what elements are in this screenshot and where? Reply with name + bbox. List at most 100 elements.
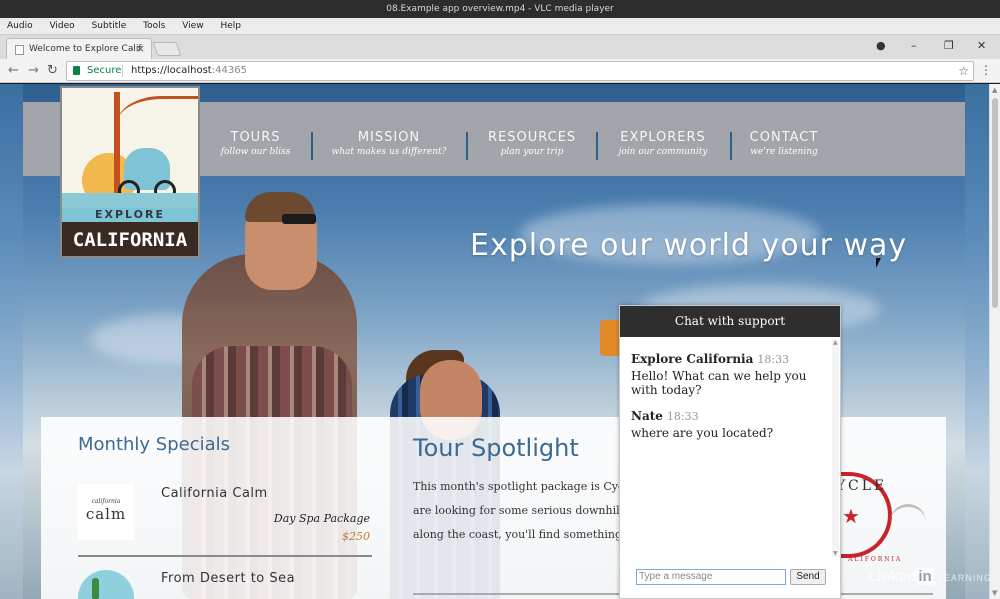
nav-title: RESOURCES bbox=[488, 130, 577, 145]
logo-hill bbox=[62, 193, 198, 209]
hero-tagline: Explore our world your way bbox=[470, 228, 908, 263]
mouse-cursor-icon bbox=[876, 258, 886, 268]
watermark-in: in bbox=[916, 568, 934, 585]
back-icon[interactable]: ← bbox=[8, 63, 19, 78]
chat-message-sender: Nate bbox=[631, 409, 663, 423]
nav-title: MISSION bbox=[357, 130, 421, 145]
chat-message-text: Hello! What can we help you with today? bbox=[631, 369, 807, 397]
star-icon: ★ bbox=[842, 504, 860, 528]
nav-item-tours[interactable]: TOURS follow our bliss bbox=[218, 130, 293, 157]
vlc-menu-help[interactable]: Help bbox=[213, 18, 248, 35]
vlc-menu-view[interactable]: View bbox=[175, 18, 210, 35]
nav-item-mission[interactable]: MISSION what makes us different? bbox=[330, 130, 448, 157]
secure-label: Secure bbox=[87, 65, 122, 76]
special-price: $250 bbox=[342, 530, 370, 543]
nav-divider bbox=[466, 132, 468, 160]
vlc-menu-subtitle[interactable]: Subtitle bbox=[85, 18, 134, 35]
nav-subtitle: join our community bbox=[618, 147, 708, 157]
logo-bridge-cable bbox=[117, 96, 198, 151]
vlc-window-title: 08.Example app overview.mp4 - VLC media … bbox=[0, 0, 1000, 18]
vlc-menu-bar: Audio Video Subtitle Tools View Help bbox=[0, 18, 1000, 35]
nav-divider bbox=[311, 132, 313, 160]
tab-title: Welcome to Explore Calif bbox=[29, 44, 142, 54]
logo-text-explore: EXPLORE bbox=[62, 208, 198, 222]
specials-divider bbox=[78, 555, 372, 557]
new-tab-button[interactable] bbox=[152, 42, 182, 56]
nav-divider bbox=[596, 132, 598, 160]
chat-send-button[interactable]: Send bbox=[790, 569, 826, 585]
monthly-specials-title: Monthly Specials bbox=[78, 434, 231, 455]
window-close-icon[interactable]: ✕ bbox=[977, 39, 986, 52]
tour-spotlight-title: Tour Spotlight bbox=[413, 434, 579, 462]
nav-title: TOURS bbox=[230, 130, 281, 145]
chat-message: Explore California 18:33 Hello! What can … bbox=[631, 348, 827, 397]
vlc-menu-audio[interactable]: Audio bbox=[0, 18, 40, 35]
nav-subtitle: follow our bliss bbox=[220, 147, 291, 157]
chat-scrollbar[interactable]: ▲ ▼ bbox=[832, 339, 839, 557]
scroll-down-icon[interactable]: ▼ bbox=[833, 550, 838, 557]
reload-icon[interactable]: ↻ bbox=[47, 63, 58, 78]
chat-message: Nate 18:33 where are you located? bbox=[631, 405, 827, 440]
logo-text-big: calm bbox=[85, 505, 127, 523]
browser-toolbar: ← → ↻ Secure https://localhost:44365 ☆ ⋮ bbox=[0, 59, 1000, 83]
cycle-badge-subtext: ALIFORNIA bbox=[848, 556, 903, 563]
address-separator bbox=[122, 65, 123, 77]
cycle-badge-text: YCLE bbox=[836, 478, 888, 494]
page-scrollbar[interactable]: ▲ ▼ bbox=[989, 84, 1000, 599]
url-host: https://localhost bbox=[131, 65, 212, 76]
watermark-brand: Linked bbox=[868, 568, 917, 585]
lock-icon bbox=[73, 66, 80, 75]
chat-message-sender: Explore California bbox=[631, 352, 754, 366]
explore-california-logo[interactable]: EXPLORE CALIFORNIA bbox=[60, 86, 200, 258]
special-name[interactable]: California Calm bbox=[161, 486, 268, 501]
nav-subtitle: we're listening bbox=[750, 147, 818, 157]
nav-divider bbox=[730, 132, 732, 160]
profile-icon[interactable]: ● bbox=[876, 39, 886, 52]
special-name[interactable]: From Desert to Sea bbox=[161, 571, 295, 586]
nav-item-contact[interactable]: CONTACT we're listening bbox=[748, 130, 820, 157]
spotlight-text-line: along the coast, you'll find something bbox=[413, 528, 623, 541]
page-viewport: TOURS follow our bliss MISSION what make… bbox=[0, 84, 989, 599]
chat-message-input[interactable]: Type a message bbox=[636, 569, 786, 585]
browser-menu-icon[interactable]: ⋮ bbox=[980, 63, 992, 77]
watermark-suffix: LEARNING bbox=[937, 573, 992, 583]
cactus-icon bbox=[92, 578, 99, 599]
nav-title: EXPLORERS bbox=[620, 130, 706, 145]
scrollbar-thumb[interactable] bbox=[992, 98, 998, 308]
scroll-down-icon[interactable]: ▼ bbox=[992, 589, 997, 597]
close-icon[interactable]: × bbox=[136, 42, 145, 55]
nav-subtitle: plan your trip bbox=[500, 147, 564, 157]
support-chat-widget: Chat with support ▲ ▼ Explore California… bbox=[619, 305, 841, 599]
chat-header[interactable]: Chat with support bbox=[620, 306, 840, 337]
nav-subtitle: what makes us different? bbox=[331, 147, 447, 157]
url-text: https://localhost:44365 bbox=[131, 62, 247, 80]
spotlight-text-line: are looking for some serious downhil bbox=[413, 504, 620, 517]
logo-text-california: CALIFORNIA bbox=[62, 222, 198, 256]
address-bar[interactable]: Secure https://localhost:44365 ☆ bbox=[66, 61, 974, 81]
california-calm-logo[interactable]: california calm bbox=[78, 484, 134, 540]
spotlight-text-line: This month's spotlight package is Cyc bbox=[413, 480, 623, 493]
maximize-icon[interactable]: ❐ bbox=[944, 39, 954, 52]
nav-item-explorers[interactable]: EXPLORERS join our community bbox=[614, 130, 712, 157]
chat-message-text: where are you located? bbox=[631, 426, 774, 440]
bookmark-star-icon[interactable]: ☆ bbox=[958, 62, 969, 80]
browser-tab[interactable]: Welcome to Explore Calif × bbox=[6, 38, 152, 59]
mouse-cursor-icon bbox=[737, 387, 747, 397]
vlc-menu-tools[interactable]: Tools bbox=[136, 18, 172, 35]
forward-icon[interactable]: → bbox=[28, 63, 39, 78]
nav-item-resources[interactable]: RESOURCES plan your trip bbox=[488, 130, 576, 157]
scroll-up-icon[interactable]: ▲ bbox=[992, 86, 997, 94]
vlc-menu-video[interactable]: Video bbox=[42, 18, 81, 35]
url-port: :44365 bbox=[211, 65, 247, 76]
linkedin-learning-watermark: Linked in LEARNING bbox=[868, 568, 992, 585]
page-icon bbox=[15, 45, 24, 55]
logo-text-small: california bbox=[91, 498, 121, 505]
special-package: Day Spa Package bbox=[273, 512, 370, 525]
nav-title: CONTACT bbox=[749, 130, 819, 145]
minimize-icon[interactable]: – bbox=[911, 39, 917, 52]
scroll-up-icon[interactable]: ▲ bbox=[833, 339, 838, 346]
chat-message-time: 18:33 bbox=[666, 410, 699, 423]
chat-message-time: 18:33 bbox=[757, 353, 790, 366]
hero-photo-sunglasses bbox=[282, 214, 316, 224]
browser-tab-bar: Welcome to Explore Calif × ● – ❐ ✕ bbox=[0, 35, 1000, 59]
